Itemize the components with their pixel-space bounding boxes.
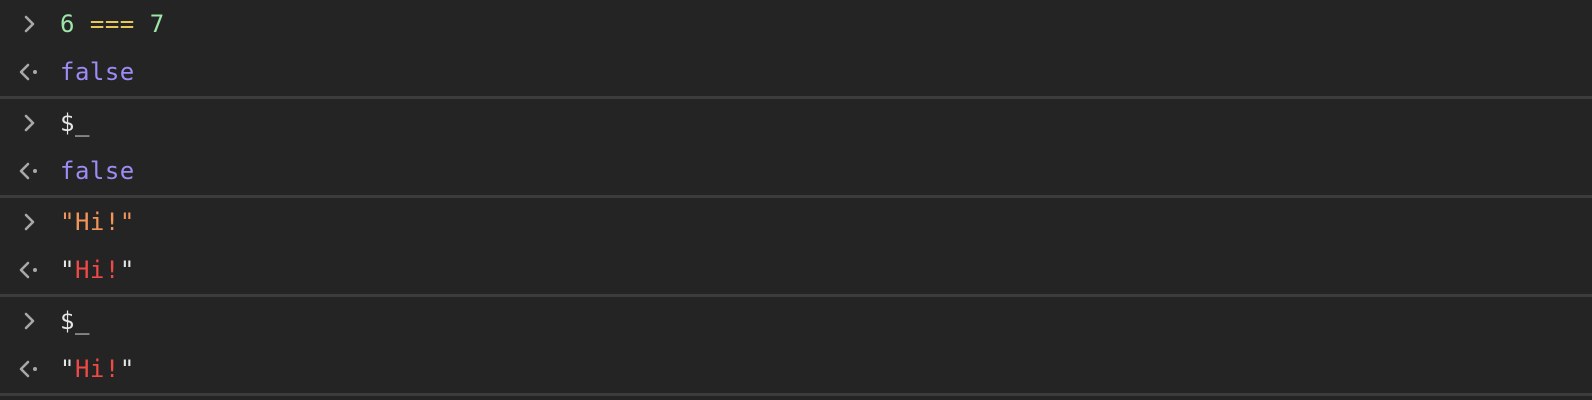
console-input-code: "Hi!" <box>60 208 135 236</box>
console-entry: $_ "Hi!" <box>0 297 1592 396</box>
number-token: 6 <box>60 10 75 38</box>
return-arrow-icon <box>0 345 60 393</box>
console-input-row[interactable]: $_ <box>0 99 1592 147</box>
boolean-result: false <box>60 58 135 86</box>
console-entry: 6 === 7 false <box>0 0 1592 99</box>
quote-token: " <box>60 208 75 236</box>
string-token: Hi! <box>74 208 120 236</box>
return-arrow-icon <box>0 147 60 195</box>
operator-token: === <box>89 10 135 38</box>
string-result: "Hi!" <box>60 256 135 284</box>
console-output-row: false <box>0 147 1592 195</box>
chevron-right-icon <box>0 198 60 246</box>
console-entry: $_ false <box>0 99 1592 198</box>
quote-token: " <box>119 256 135 284</box>
quote-token: " <box>60 355 75 383</box>
console-panel: 6 === 7 false $_ false "Hi!" "Hi!" $_ "H… <box>0 0 1592 400</box>
console-input-code: 6 === 7 <box>60 10 165 38</box>
chevron-right-icon <box>0 297 60 345</box>
quote-token: " <box>119 208 135 236</box>
chevron-right-icon <box>0 99 60 147</box>
console-input-row[interactable]: 6 === 7 <box>0 0 1592 48</box>
quote-token: " <box>119 355 135 383</box>
console-input-row[interactable]: "Hi!" <box>0 198 1592 246</box>
console-input-code: $_ <box>60 307 90 335</box>
console-input-row[interactable]: $_ <box>0 297 1592 345</box>
console-output-row: "Hi!" <box>0 345 1592 393</box>
boolean-result: false <box>60 157 135 185</box>
string-token: Hi! <box>74 256 120 284</box>
string-token: Hi! <box>74 355 120 383</box>
console-input-code: $_ <box>60 109 90 137</box>
console-entry: "Hi!" "Hi!" <box>0 198 1592 297</box>
return-arrow-icon <box>0 48 60 96</box>
chevron-right-icon <box>0 0 60 48</box>
number-token: 7 <box>149 10 165 38</box>
quote-token: " <box>60 256 75 284</box>
console-output-row: "Hi!" <box>0 246 1592 294</box>
console-output-row: false <box>0 48 1592 96</box>
string-result: "Hi!" <box>60 355 135 383</box>
return-arrow-icon <box>0 246 60 294</box>
